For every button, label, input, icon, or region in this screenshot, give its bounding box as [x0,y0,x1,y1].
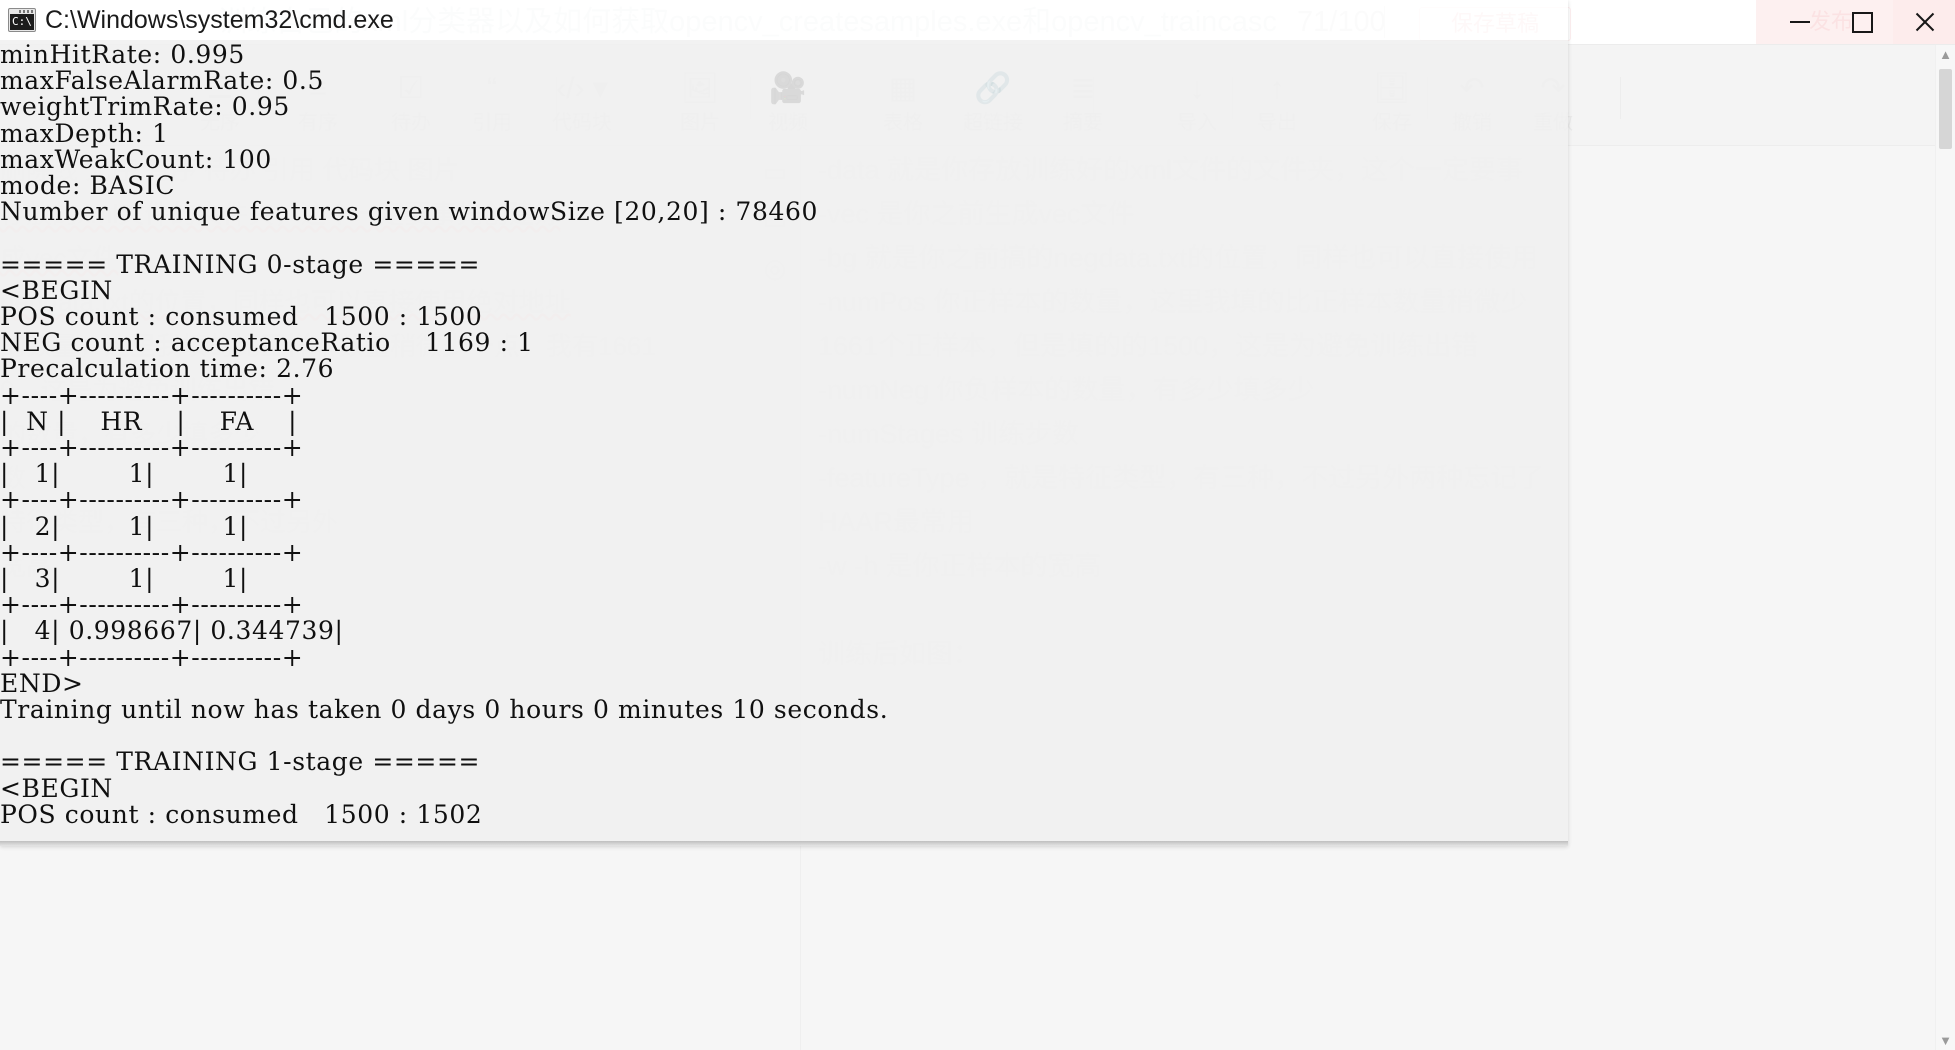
scroll-up-arrow-icon[interactable]: ▲ [1936,45,1955,64]
screen-root: 训练自己的xml分类器以及如何获取opencv_createsamples.ex… [0,0,1955,1050]
close-button[interactable] [1893,0,1955,44]
maximize-button[interactable] [1831,0,1893,44]
minimize-icon [1790,21,1810,23]
maximize-icon [1851,11,1873,33]
console-title-bar[interactable]: C:\ C:\Windows\system32\cmd.exe [0,0,1568,40]
scrollbar-thumb[interactable] [1939,69,1952,149]
cmd-console-window[interactable]: C:\ C:\Windows\system32\cmd.exe minHitRa… [0,0,1568,846]
console-window-edge [0,841,1568,846]
console-output-area[interactable]: minHitRate: 0.995 maxFalseAlarmRate: 0.5… [0,40,1568,846]
page-scrollbar[interactable]: ▲ ▼ [1935,45,1955,1050]
scroll-down-arrow-icon[interactable]: ▼ [1936,1031,1955,1050]
console-title-text: C:\Windows\system32\cmd.exe [45,5,394,34]
cmd-console-icon: C:\ [8,8,36,32]
window-controls [1769,0,1955,44]
close-icon [1913,11,1935,33]
console-output-text: minHitRate: 0.995 maxFalseAlarmRate: 0.5… [0,40,889,829]
minimize-button[interactable] [1769,0,1831,44]
